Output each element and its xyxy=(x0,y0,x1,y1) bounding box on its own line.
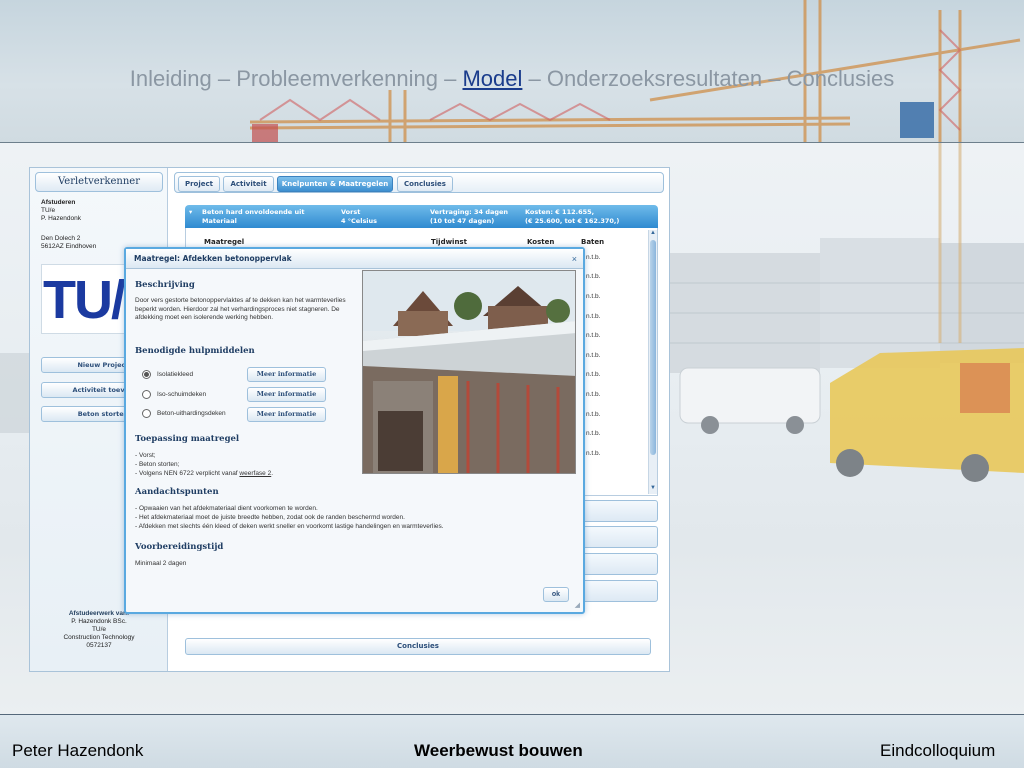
credits: Afstudeerwerk van: P. Hazendonk BSc. TU/… xyxy=(30,610,168,650)
weather-type: Vorst xyxy=(341,208,361,216)
toepassing-line-nen: - Volgens NEN 6722 verplicht vanaf weerf… xyxy=(135,470,355,479)
baten-cell: n.t.b. xyxy=(586,254,601,261)
dialog-title: Maatregel: Afdekken betonoppervlak xyxy=(126,249,583,269)
radio-unselected[interactable] xyxy=(142,409,151,418)
nav-item-onderzoeksresultaten[interactable]: Onderzoeksresultaten xyxy=(547,66,762,91)
address-line: TU/e xyxy=(41,207,56,214)
credits-line: P. Hazendonk BSc. xyxy=(71,618,127,625)
more-info-button[interactable]: Meer informatie xyxy=(247,367,326,382)
knelpunt-title: Beton hard onvoldoende uit xyxy=(202,208,305,216)
slide-navigation-title: Inleiding – Probleemverkenning – Model –… xyxy=(0,66,1024,92)
scrollbar-thumb[interactable] xyxy=(650,240,656,455)
more-info-button[interactable]: Meer informatie xyxy=(247,407,326,422)
nav-separator: – xyxy=(768,66,781,91)
resize-grip-icon[interactable]: ◢ xyxy=(575,601,580,609)
credits-line: Construction Technology xyxy=(63,634,135,641)
nav-item-model[interactable]: Model xyxy=(462,66,522,91)
option-label: Iso-schuimdeken xyxy=(157,391,207,398)
scroll-down-icon[interactable]: ▼ xyxy=(649,485,657,491)
chevron-down-icon: ▾ xyxy=(189,208,193,216)
baten-cell: n.t.b. xyxy=(586,332,601,339)
app-title: Verletverkenner xyxy=(35,172,163,192)
voorbereiding-text: Minimaal 2 dagen xyxy=(135,560,187,567)
radio-unselected[interactable] xyxy=(142,390,151,399)
voorbereiding-heading: Voorbereidingstijd xyxy=(135,542,224,552)
tab-project[interactable]: Project xyxy=(178,176,220,192)
address-heading: Afstuderen xyxy=(41,199,76,206)
option-label: Beton-uithardingsdeken xyxy=(157,410,226,417)
nav-separator: – xyxy=(444,66,457,91)
tab-bar: Project Activiteit Knelpunten & Maatrege… xyxy=(174,172,664,193)
credits-line: 0572137 xyxy=(86,642,112,649)
cost-value: Kosten: € 112.655, xyxy=(525,208,595,216)
beschrijving-heading: Beschrijving xyxy=(135,280,195,290)
close-icon[interactable]: × xyxy=(572,249,577,269)
baten-cell: n.t.b. xyxy=(586,352,601,359)
radio-selected[interactable] xyxy=(142,370,151,379)
knelpunt-header[interactable]: ▾ Beton hard onvoldoende uit Materiaal V… xyxy=(185,205,658,228)
nav-item-probleemverkenning[interactable]: Probleemverkenning xyxy=(236,66,438,91)
street-line: 5612AZ Eindhoven xyxy=(41,243,97,250)
baten-cell: n.t.b. xyxy=(586,450,601,457)
baten-cell: n.t.b. xyxy=(586,371,601,378)
footer-event: Eindcolloquium xyxy=(880,741,996,760)
street-line: Den Dolech 2 xyxy=(41,235,81,242)
toepassing-text: - Volgens NEN 6722 verplicht vanaf xyxy=(135,470,240,477)
ok-button[interactable]: ok xyxy=(543,587,569,602)
footer-author: Peter Hazendonk xyxy=(12,741,144,760)
address-line: P. Hazendonk xyxy=(41,215,81,222)
baten-cell: n.t.b. xyxy=(586,391,601,398)
aandachtspunt-line: - Afdekken met slechts één kleed of deke… xyxy=(135,523,444,530)
maatregel-dialog: Maatregel: Afdekken betonoppervlak × Bes… xyxy=(124,247,585,614)
toepassing-line: - Vorst; xyxy=(135,452,156,459)
nav-separator: – xyxy=(528,66,541,91)
tab-activiteit[interactable]: Activiteit xyxy=(223,176,274,192)
hulpmiddelen-heading: Benodigde hulpmiddelen xyxy=(135,346,255,356)
toepassing-heading: Toepassing maatregel xyxy=(135,434,240,444)
delay-value: Vertraging: 34 dagen xyxy=(430,208,509,216)
table-scrollbar[interactable]: ▲ ▼ xyxy=(648,230,657,494)
toepassing-suffix: . xyxy=(271,470,274,477)
afdekken-photo xyxy=(362,270,576,474)
slide-header-background: Inleiding – Probleemverkenning – Model –… xyxy=(0,0,1024,143)
column-header-maatregel: Maatregel xyxy=(204,238,245,246)
toepassing-line: - Beton storten; xyxy=(135,461,180,468)
column-header-baten: Baten xyxy=(581,238,605,246)
option-label: Isolatiekleed xyxy=(157,371,194,378)
footer-title: Weerbewust bouwen xyxy=(414,741,583,760)
concrete-cover-photo xyxy=(363,271,575,473)
tue-logo-text: TU/ xyxy=(43,270,126,330)
baten-cell: n.t.b. xyxy=(586,293,601,300)
aandachtspunten-heading: Aandachtspunten xyxy=(135,487,219,497)
delay-range: (10 tot 47 dagen) xyxy=(430,217,495,225)
nav-item-conclusies[interactable]: Conclusies xyxy=(787,66,895,91)
baten-cell: n.t.b. xyxy=(586,411,601,418)
aandachtspunt-line: - Opwaaien van het afdekmateriaal dient … xyxy=(135,505,318,512)
cost-range: (€ 25.600, tot € 162.370,) xyxy=(525,217,620,225)
scroll-up-icon[interactable]: ▲ xyxy=(649,230,657,236)
tab-knelpunten-maatregelen[interactable]: Knelpunten & Maatregelen xyxy=(277,176,393,192)
more-info-button[interactable]: Meer informatie xyxy=(247,387,326,402)
aandachtspunt-line: - Het afdekmateriaal moet de juiste bree… xyxy=(135,514,405,521)
column-header-tijdwinst: Tijdwinst xyxy=(431,238,467,246)
weerfase-link[interactable]: weerfase 2 xyxy=(239,470,271,477)
nav-separator: – xyxy=(217,66,231,91)
credits-line: TU/e xyxy=(91,626,107,633)
beschrijving-text: Door vers gestorte betonoppervlaktes af … xyxy=(135,297,346,321)
baten-cell: n.t.b. xyxy=(586,430,601,437)
nav-item-inleiding[interactable]: Inleiding xyxy=(130,66,212,91)
baten-cell: n.t.b. xyxy=(586,273,601,280)
conclusies-button[interactable]: Conclusies xyxy=(185,638,651,655)
column-header-kosten: Kosten xyxy=(527,238,555,246)
temperature-value: 4 °Celsius xyxy=(341,217,378,225)
tab-conclusies[interactable]: Conclusies xyxy=(397,176,453,192)
knelpunt-category: Materiaal xyxy=(202,217,237,225)
slide-footer: Peter Hazendonk Weerbewust bouwen Eindco… xyxy=(0,714,1024,768)
baten-cell: n.t.b. xyxy=(586,313,601,320)
